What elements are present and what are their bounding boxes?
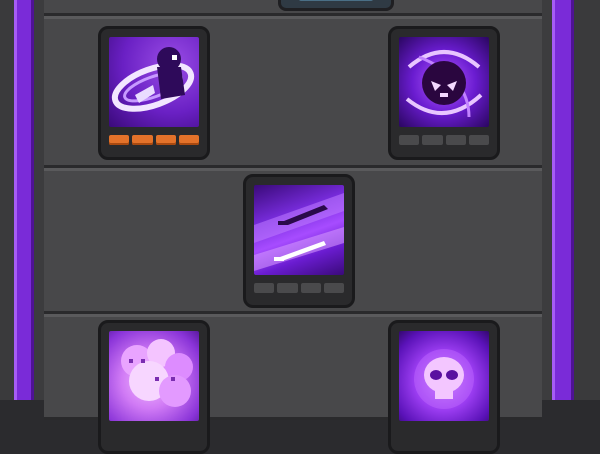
level-pip [277,283,298,293]
skill-card-twin-daggers[interactable] [243,174,355,308]
level-pip [109,135,130,145]
skill-level-pips [399,135,489,147]
skill-card-glowing-skull[interactable] [388,320,500,454]
previous-skill-tab[interactable] [278,0,394,11]
frame-left-rail [14,0,34,400]
poison-cloud-icon [109,331,199,421]
glowing-skull-icon [399,331,489,421]
skill-level-pips [109,135,199,147]
level-pip [399,135,420,145]
frame-right-rail [552,0,574,400]
twin-daggers-icon [254,185,344,275]
level-pip [178,135,199,145]
level-pip [254,283,275,293]
level-pip [468,135,489,145]
skill-card-whirlwind-slash[interactable] [98,26,210,160]
frame-right-edge [574,0,600,400]
level-pip [445,135,466,145]
level-pip [422,135,443,145]
skill-level-pips [254,283,344,295]
skill-card-poison-cloud[interactable] [98,320,210,454]
level-pip [300,283,321,293]
shadow-vortex-icon [399,37,489,127]
whirlwind-slash-icon [109,37,199,127]
level-pip [155,135,176,145]
skill-card-shadow-vortex[interactable] [388,26,500,160]
level-pip [132,135,153,145]
level-pip [323,283,344,293]
frame-left-edge [0,0,14,400]
